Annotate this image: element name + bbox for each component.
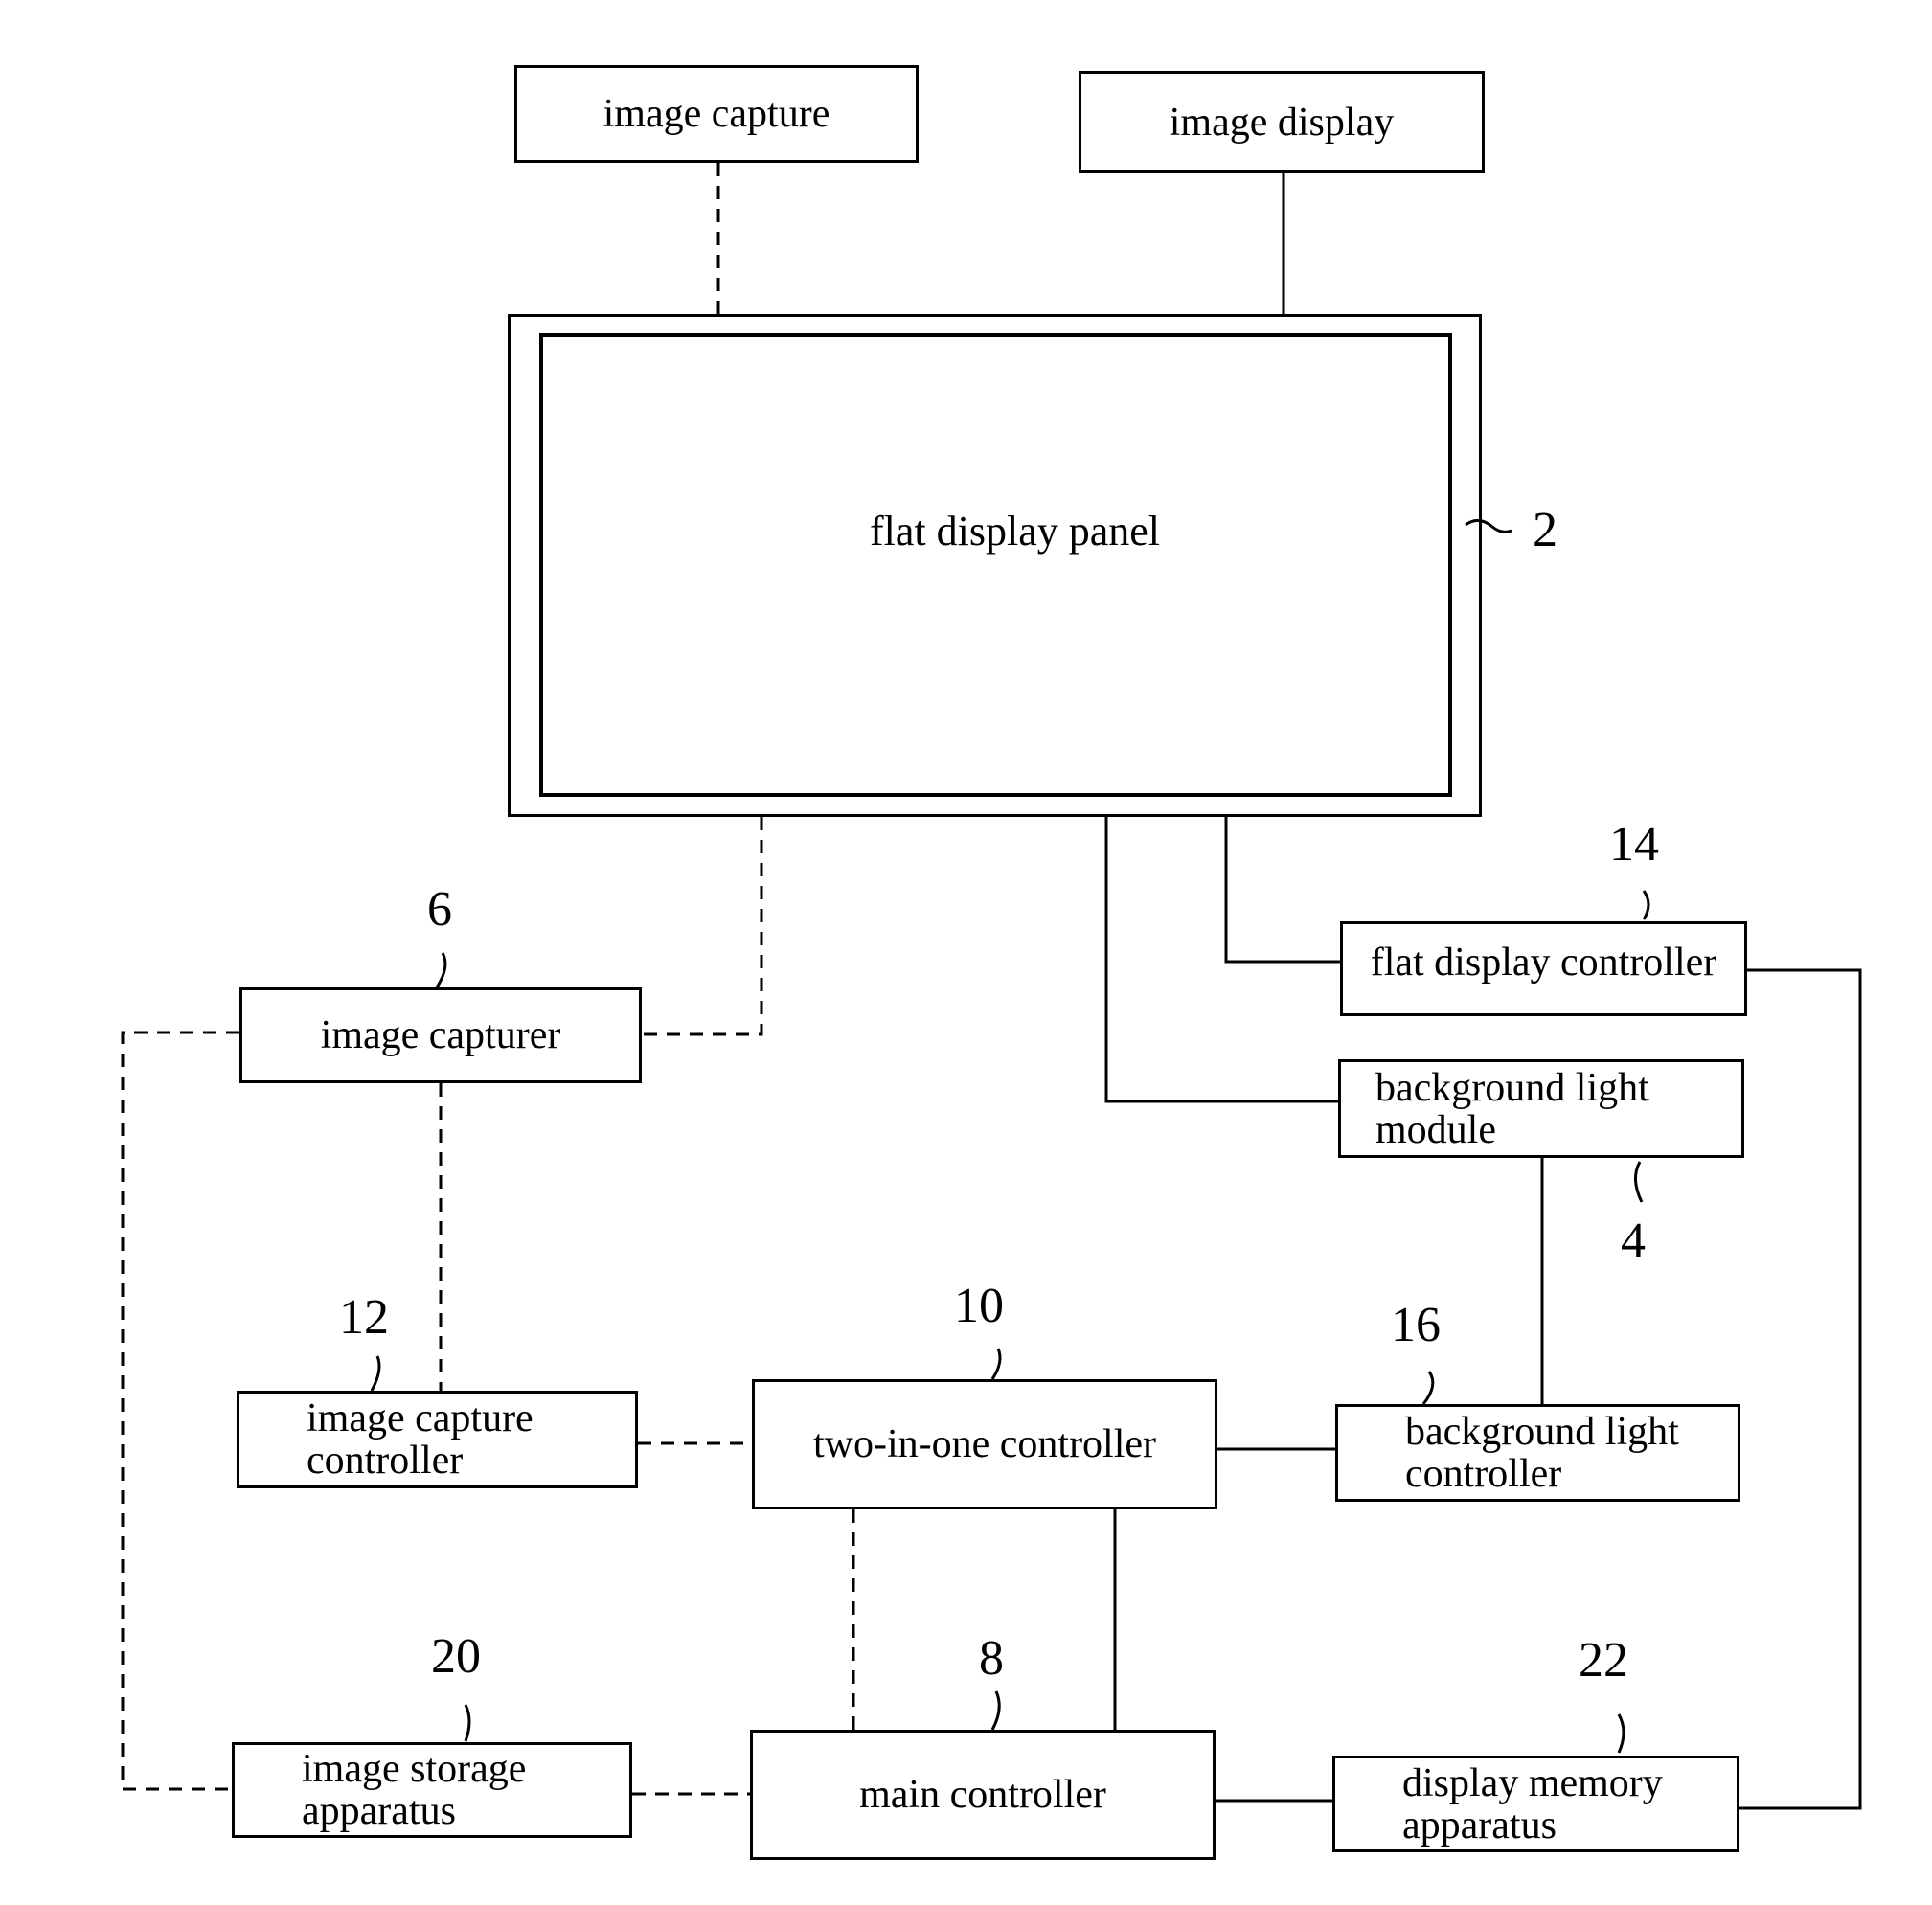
leader-8 [990, 1690, 1001, 1731]
leader-6 [435, 952, 447, 988]
wire-panel-to-flat-display-controller [1224, 817, 1340, 964]
block-label: image storage apparatus [302, 1747, 527, 1833]
block-main-controller: main controller [750, 1730, 1216, 1860]
wire-panel-to-image-capturer [642, 817, 763, 1036]
wire-panel-to-bg-light-module [1104, 817, 1338, 1103]
block-label: two-in-one controller [812, 1422, 1157, 1466]
ref-number: 8 [979, 1631, 1004, 1686]
leader-12 [370, 1355, 381, 1392]
ref-number: 20 [431, 1629, 481, 1684]
leader-16 [1421, 1371, 1435, 1405]
ref-number: 22 [1579, 1633, 1628, 1688]
leader-14 [1642, 890, 1650, 920]
block-two-in-one-controller: two-in-one controller [752, 1379, 1217, 1509]
leader-20 [464, 1704, 471, 1742]
block-label: image capturer [320, 1013, 561, 1057]
block-label: display memory apparatus [1402, 1760, 1663, 1848]
ref-number: 16 [1391, 1298, 1441, 1352]
block-label: flat display panel [869, 507, 1160, 555]
block-image-display: image display [1079, 71, 1485, 173]
ref-number: 2 [1533, 503, 1557, 557]
leader-22 [1617, 1713, 1625, 1754]
block-image-capture: image capture [514, 65, 919, 163]
block-flat-display-controller: flat display controller [1340, 921, 1747, 1016]
ref-number: 10 [954, 1279, 1004, 1333]
ref-number: 4 [1621, 1213, 1646, 1268]
wire-flat-controller-to-display-memory [1739, 968, 1862, 1810]
ref-number: 12 [339, 1290, 389, 1345]
block-label: image capture controller [307, 1396, 534, 1483]
block-label: flat display controller [1370, 941, 1717, 985]
block-label: main controller [859, 1773, 1106, 1817]
block-background-light-controller: background light controller [1335, 1404, 1740, 1502]
block-display-memory-apparatus: display memory apparatus [1332, 1756, 1739, 1852]
leader-4 [1634, 1161, 1644, 1203]
block-label: background light controller [1405, 1410, 1679, 1496]
block-image-capture-controller: image capture controller [237, 1391, 638, 1488]
block-background-light-module: background light module [1338, 1059, 1744, 1158]
ref-number: 14 [1609, 817, 1659, 872]
ref-number: 6 [427, 882, 452, 937]
block-label: image capture [602, 92, 830, 136]
block-label: image display [1169, 100, 1395, 145]
block-image-capturer: image capturer [239, 987, 642, 1083]
leader-10 [990, 1348, 1002, 1380]
block-label: background light module [1375, 1065, 1649, 1152]
wire-image-capturer-to-storage [121, 1031, 239, 1791]
block-flat-display-panel: flat display panel [539, 333, 1452, 797]
block-image-storage-apparatus: image storage apparatus [232, 1742, 632, 1838]
